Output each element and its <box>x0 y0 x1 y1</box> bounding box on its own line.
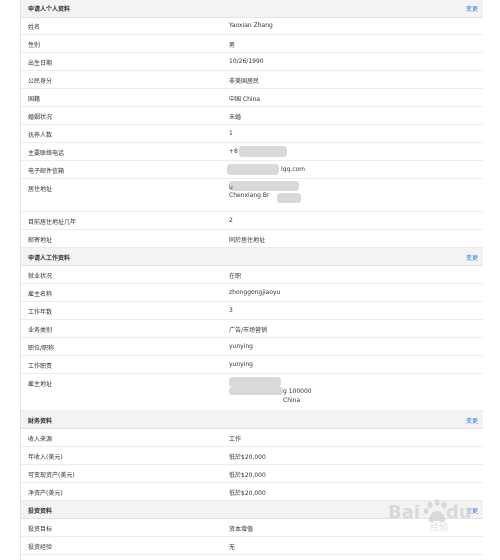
edit-link-work[interactable]: 变更 <box>466 253 478 262</box>
field-label: 投资目标 <box>28 526 53 533</box>
field-value: 同於居住地址 <box>229 237 266 244</box>
field-value: yunying <box>229 343 253 350</box>
table-row: 可变现资产(美元) 低於$20,000 <box>21 465 483 483</box>
table-row: 就业状况 在职 <box>21 266 483 284</box>
field-label: 出生日期 <box>28 60 53 67</box>
section-title-work: 申请人工作资料 <box>28 255 71 262</box>
field-label: 工作职责 <box>28 363 53 370</box>
table-row: 公民身分 非美国居民 <box>21 71 483 89</box>
field-value: 无 <box>229 544 236 551</box>
field-label: 投资经验 <box>28 544 53 551</box>
field-label: 收入来源 <box>28 436 53 443</box>
table-row: 工作职责 yunying <box>21 356 483 374</box>
field-value: lqq.com <box>281 166 306 173</box>
field-value: 2 <box>229 217 233 224</box>
field-label: 雇主地址 <box>28 381 53 388</box>
table-row: 性别 男 <box>21 35 483 53</box>
section-title-finance: 财务资料 <box>28 418 53 425</box>
field-label: 业务类别 <box>28 327 53 334</box>
field-label: 性别 <box>28 42 41 49</box>
field-value: 低於$20,000 <box>229 472 266 479</box>
table-row: 年收入(美元) 低於$20,000 <box>21 447 483 465</box>
field-value: 低於$20,000 <box>229 490 266 497</box>
field-label: 抚养人数 <box>28 132 53 139</box>
edit-link-personal[interactable]: 变更 <box>466 4 478 13</box>
field-label: 姓名 <box>28 24 41 31</box>
redaction-blur <box>227 164 279 175</box>
field-value: 3 <box>229 307 233 314</box>
section-title-invest: 投资资料 <box>28 508 53 515</box>
field-value: 10/26/1990 <box>229 58 264 65</box>
field-value: 资本增值 <box>229 526 254 533</box>
field-label: 职位/职称 <box>28 345 55 352</box>
field-value: g 100000 China <box>283 388 312 404</box>
field-value: yunying <box>229 361 253 368</box>
field-value: 在职 <box>229 273 242 280</box>
table-row: 投资经验 无 <box>21 537 483 555</box>
redaction-blur <box>239 146 287 157</box>
section-title-personal: 申请人个人资料 <box>28 6 71 13</box>
table-row: 雇主名称 zhonggongjiaoyu <box>21 284 483 302</box>
baidu-watermark-logo: Bai du 经验 <box>388 499 472 533</box>
section-header-personal: 申请人个人资料 变更 <box>21 0 483 18</box>
page-gutter <box>483 0 500 560</box>
edit-link-finance[interactable]: 变更 <box>466 416 478 425</box>
svg-text:du: du <box>446 502 472 523</box>
table-row: 收入来源 工作 <box>21 429 483 447</box>
field-label: 净资产(美元) <box>28 490 63 497</box>
table-row: 业务类别 广告/市场营销 <box>21 320 483 338</box>
table-row: 邮寄地址 同於居住地址 <box>21 230 483 248</box>
svg-text:Bai: Bai <box>388 502 420 523</box>
application-form: 申请人个人资料 变更 姓名 Yaoxian Zhang 性别 男 出生日期 10… <box>20 0 484 560</box>
table-row: 姓名 Yaoxian Zhang <box>21 17 483 35</box>
field-label: 公民身分 <box>28 78 53 85</box>
field-label: 国籍 <box>28 96 41 103</box>
field-label: 就业状况 <box>28 273 53 280</box>
field-label: 年收入(美元) <box>28 454 63 461</box>
svg-text:经验: 经验 <box>430 521 448 533</box>
field-value: Yaoxian Zhang <box>229 22 273 29</box>
table-row: 抚养人数 1 <box>21 125 483 143</box>
table-row: 主要联络电话 +8 <box>21 143 483 161</box>
field-label: 婚姻状况 <box>28 114 53 121</box>
field-value: zhonggongjiaoyu <box>229 289 281 296</box>
table-row: 居住地址 u Chenxiang Br <box>21 179 483 212</box>
field-label: 主要联络电话 <box>28 150 65 157</box>
field-value: 中国 China <box>229 96 261 103</box>
field-label: 工作年数 <box>28 309 53 316</box>
field-label: 居住地址 <box>28 186 53 193</box>
field-value: 男 <box>229 42 236 49</box>
field-value: 1 <box>229 130 233 137</box>
redaction-blur <box>277 193 301 203</box>
field-value: 低於$20,000 <box>229 454 266 461</box>
field-value: u Chenxiang Br <box>229 184 270 199</box>
field-label: 目前居住地址几年 <box>28 219 77 226</box>
field-value: 非美国居民 <box>229 78 260 85</box>
redaction-blur <box>229 377 281 387</box>
field-label: 电子邮件信箱 <box>28 168 65 175</box>
table-row: 出生日期 10/26/1990 <box>21 53 483 71</box>
table-row: 工作年数 3 <box>21 302 483 320</box>
section-header-work: 申请人工作资料 变更 <box>21 248 483 266</box>
table-row: 目前居住地址几年 2 <box>21 212 483 230</box>
redaction-blur <box>229 387 283 395</box>
field-label: 可变现资产(美元) <box>28 472 75 479</box>
field-label: 雇主名称 <box>28 291 53 298</box>
table-row: 电子邮件信箱 lqq.com <box>21 161 483 179</box>
table-row: 国籍 中国 China <box>21 89 483 107</box>
field-value: +8 <box>229 148 238 155</box>
field-label: 邮寄地址 <box>28 237 53 244</box>
field-value: 未婚 <box>229 114 242 121</box>
table-row: 职位/职称 yunying <box>21 338 483 356</box>
field-value: 工作 <box>229 436 242 443</box>
field-value: 广告/市场营销 <box>229 327 268 334</box>
table-row: 婚姻状况 未婚 <box>21 107 483 125</box>
table-row: 雇主地址 g 100000 China <box>21 374 483 411</box>
section-header-finance: 财务资料 变更 <box>21 411 483 429</box>
